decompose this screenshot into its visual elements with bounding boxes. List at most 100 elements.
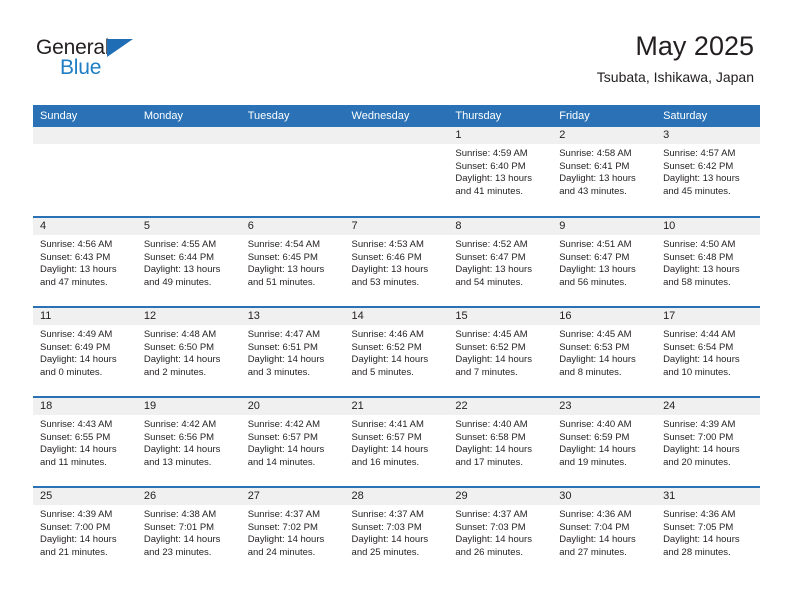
- calendar-day-cell[interactable]: 19 Sunrise: 4:42 AM Sunset: 6:56 PM Dayligh…: [136, 396, 241, 487]
- daylight-text-line2: and 3 minutes.: [247, 366, 311, 378]
- calendar-day-cell[interactable]: 6 Sunrise: 4:54 AM Sunset: 6:45 PM Daylight…: [240, 216, 345, 307]
- sunrise-text: Sunrise: 4:52 AM: [455, 239, 528, 250]
- sunset-text: Sunset: 6:59 PM: [559, 431, 630, 443]
- calendar-day-cell[interactable]: 24 Sunrise: 4:39 AM Sunset: 7:00 PM Dayligh…: [656, 396, 760, 487]
- generalblue-logo[interactable]: General Blue: [36, 36, 166, 84]
- day-number: [344, 127, 449, 144]
- sunset-text: Sunset: 7:00 PM: [663, 431, 734, 443]
- calendar-day-cell[interactable]: 17 Sunrise: 4:44 AM Sunset: 6:54 PM Dayligh…: [656, 306, 760, 397]
- daylight-text-line1: Daylight: 14 hours: [351, 534, 429, 546]
- calendar-day-cell-empty: [136, 127, 241, 217]
- daylight-text-line1: Daylight: 14 hours: [663, 534, 740, 546]
- sunset-text: Sunset: 6:43 PM: [40, 251, 111, 263]
- calendar-day-cell[interactable]: 5 Sunrise: 4:55 AM Sunset: 6:44 PM Daylight…: [136, 216, 241, 307]
- sunrise-text: Sunrise: 4:51 AM: [559, 239, 632, 250]
- sunset-text: Sunset: 6:52 PM: [455, 341, 526, 353]
- daylight-text-line2: and 14 minutes.: [247, 456, 316, 468]
- sunset-text: Sunset: 6:54 PM: [663, 341, 734, 353]
- calendar-day-cell[interactable]: 4 Sunrise: 4:56 AM Sunset: 6:43 PM Daylight…: [33, 216, 137, 307]
- daylight-text-line2: and 24 minutes.: [247, 546, 316, 558]
- calendar-day-cell[interactable]: 2 Sunrise: 4:58 AM Sunset: 6:41 PM Daylight…: [552, 127, 657, 217]
- daylight-text-line2: and 21 minutes.: [40, 546, 108, 558]
- calendar-day-cell[interactable]: 23 Sunrise: 4:40 AM Sunset: 6:59 PM Dayligh…: [552, 396, 657, 487]
- daylight-text-line2: and 26 minutes.: [455, 546, 523, 558]
- day-number: 27: [240, 488, 345, 505]
- daylight-text-line2: and 16 minutes.: [351, 456, 420, 468]
- sunrise-text: Sunrise: 4:46 AM: [351, 329, 424, 340]
- calendar-day-cell[interactable]: 7 Sunrise: 4:53 AM Sunset: 6:46 PM Daylight…: [344, 216, 449, 307]
- calendar-day-cell[interactable]: 3 Sunrise: 4:57 AM Sunset: 6:42 PM Daylight…: [656, 127, 760, 217]
- daylight-text-line2: and 11 minutes.: [40, 456, 107, 468]
- calendar-day-cell[interactable]: 1 Sunrise: 4:59 AM Sunset: 6:40 PM Daylight…: [448, 127, 553, 217]
- daylight-text-line2: and 58 minutes.: [663, 276, 731, 288]
- calendar-body: 1 Sunrise: 4:59 AM Sunset: 6:40 PM Daylight…: [33, 127, 760, 577]
- calendar-day-cell[interactable]: 28 Sunrise: 4:37 AM Sunset: 7:03 PM Dayligh…: [344, 486, 449, 577]
- sunrise-text: Sunrise: 4:44 AM: [663, 329, 736, 340]
- sunrise-text: Sunrise: 4:45 AM: [455, 329, 528, 340]
- calendar-day-cell[interactable]: 10 Sunrise: 4:50 AM Sunset: 6:48 PM Dayligh…: [656, 216, 760, 307]
- calendar-day-cell[interactable]: 11 Sunrise: 4:49 AM Sunset: 6:49 PM Dayligh…: [33, 306, 137, 397]
- daylight-text-line2: and 51 minutes.: [247, 276, 316, 288]
- sunset-text: Sunset: 7:03 PM: [351, 521, 422, 533]
- sunset-text: Sunset: 6:40 PM: [455, 160, 526, 172]
- day-number: 23: [552, 398, 657, 415]
- daylight-text-line1: Daylight: 14 hours: [455, 444, 532, 456]
- sunrise-text: Sunrise: 4:36 AM: [559, 509, 632, 520]
- calendar-day-cell[interactable]: 15 Sunrise: 4:45 AM Sunset: 6:52 PM Dayligh…: [448, 306, 553, 397]
- daylight-text-line2: and 8 minutes.: [559, 366, 622, 378]
- sunrise-text: Sunrise: 4:55 AM: [143, 239, 217, 250]
- daylight-text-line2: and 2 minutes.: [143, 366, 207, 378]
- calendar-day-cell[interactable]: 16 Sunrise: 4:45 AM Sunset: 6:53 PM Dayligh…: [552, 306, 657, 397]
- calendar-day-cell[interactable]: 29 Sunrise: 4:37 AM Sunset: 7:03 PM Dayligh…: [448, 486, 553, 577]
- daylight-text-line1: Daylight: 13 hours: [455, 264, 532, 276]
- daylight-text-line2: and 17 minutes.: [455, 456, 523, 468]
- day-details: Sunrise: 4:52 AM Sunset: 6:47 PM Daylight:…: [448, 235, 552, 289]
- calendar-day-cell[interactable]: 25 Sunrise: 4:39 AM Sunset: 7:00 PM Dayligh…: [33, 486, 137, 577]
- day-details: Sunrise: 4:53 AM Sunset: 6:46 PM Daylight:…: [345, 235, 449, 289]
- calendar-day-cell[interactable]: 14 Sunrise: 4:46 AM Sunset: 6:52 PM Dayligh…: [344, 306, 449, 397]
- daylight-text-line1: Daylight: 14 hours: [351, 354, 429, 366]
- calendar-day-cell[interactable]: 21 Sunrise: 4:41 AM Sunset: 6:57 PM Dayligh…: [344, 396, 449, 487]
- weekday-header-wednesday: Wednesday: [344, 105, 449, 127]
- sunset-text: Sunset: 6:57 PM: [351, 431, 422, 443]
- daylight-text-line1: Daylight: 13 hours: [559, 173, 636, 185]
- calendar-day-cell[interactable]: 8 Sunrise: 4:52 AM Sunset: 6:47 PM Daylight…: [448, 216, 553, 307]
- day-details: Sunrise: 4:37 AM Sunset: 7:03 PM Daylight:…: [448, 505, 552, 559]
- day-details: Sunrise: 4:59 AM Sunset: 6:40 PM Daylight:…: [448, 144, 552, 198]
- day-details: Sunrise: 4:42 AM Sunset: 6:57 PM Daylight:…: [241, 415, 345, 469]
- day-number: [136, 127, 241, 144]
- day-number: 6: [240, 218, 345, 235]
- sunset-text: Sunset: 7:01 PM: [143, 521, 215, 533]
- sunset-text: Sunset: 6:53 PM: [559, 341, 630, 353]
- daylight-text-line2: and 28 minutes.: [663, 546, 731, 558]
- calendar-day-cell[interactable]: 20 Sunrise: 4:42 AM Sunset: 6:57 PM Dayligh…: [240, 396, 345, 487]
- page-header: General Blue May 2025 Tsubata, Ishikawa,…: [0, 0, 792, 102]
- calendar-day-cell[interactable]: 26 Sunrise: 4:38 AM Sunset: 7:01 PM Dayligh…: [136, 486, 241, 577]
- calendar-day-cell[interactable]: 27 Sunrise: 4:37 AM Sunset: 7:02 PM Dayligh…: [240, 486, 345, 577]
- day-number: 8: [448, 218, 553, 235]
- sunset-text: Sunset: 7:03 PM: [455, 521, 526, 533]
- calendar-day-cell[interactable]: 13 Sunrise: 4:47 AM Sunset: 6:51 PM Dayligh…: [240, 306, 345, 397]
- day-number: 10: [656, 218, 760, 235]
- calendar-day-cell[interactable]: 9 Sunrise: 4:51 AM Sunset: 6:47 PM Daylight…: [552, 216, 657, 307]
- calendar-day-cell[interactable]: 31 Sunrise: 4:36 AM Sunset: 7:05 PM Dayligh…: [656, 486, 760, 577]
- daylight-text-line1: Daylight: 14 hours: [351, 444, 429, 456]
- daylight-text-line2: and 20 minutes.: [663, 456, 731, 468]
- daylight-text-line1: Daylight: 14 hours: [40, 534, 117, 546]
- sunset-text: Sunset: 7:00 PM: [40, 521, 111, 533]
- sunset-text: Sunset: 6:41 PM: [559, 160, 630, 172]
- sunset-text: Sunset: 6:44 PM: [143, 251, 215, 263]
- sunrise-text: Sunrise: 4:43 AM: [40, 419, 113, 430]
- calendar-day-cell[interactable]: 30 Sunrise: 4:36 AM Sunset: 7:04 PM Dayligh…: [552, 486, 657, 577]
- calendar-day-cell[interactable]: 12 Sunrise: 4:48 AM Sunset: 6:50 PM Dayligh…: [136, 306, 241, 397]
- calendar-day-cell[interactable]: 22 Sunrise: 4:40 AM Sunset: 6:58 PM Dayligh…: [448, 396, 553, 487]
- calendar-day-cell[interactable]: 18 Sunrise: 4:43 AM Sunset: 6:55 PM Dayligh…: [33, 396, 137, 487]
- sunset-text: Sunset: 6:48 PM: [663, 251, 734, 263]
- daylight-text-line2: and 5 minutes.: [351, 366, 414, 378]
- daylight-text-line1: Daylight: 14 hours: [455, 354, 532, 366]
- daylight-text-line2: and 43 minutes.: [559, 185, 627, 197]
- day-number: 31: [656, 488, 760, 505]
- day-details: Sunrise: 4:36 AM Sunset: 7:05 PM Daylight:…: [656, 505, 760, 559]
- title-block: May 2025 Tsubata, Ishikawa, Japan: [597, 30, 754, 86]
- daylight-text-line2: and 47 minutes.: [40, 276, 108, 288]
